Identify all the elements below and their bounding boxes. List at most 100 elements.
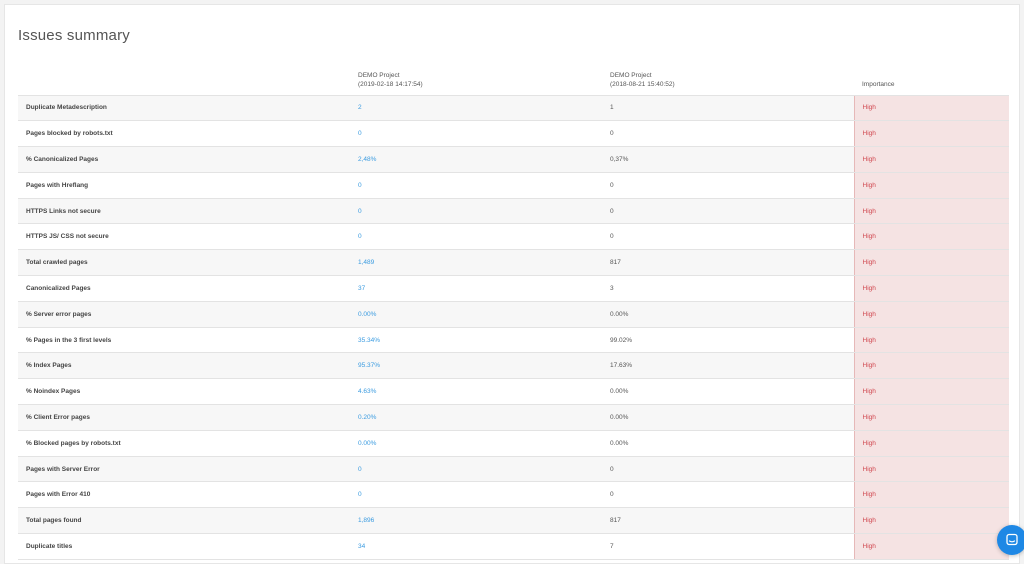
project-a-value[interactable]: 2,48%: [350, 146, 602, 173]
table-row: Duplicate Metadescription 2 1 High: [18, 95, 1009, 122]
chat-button[interactable]: [997, 525, 1024, 555]
issue-label: % Blocked pages by robots.txt: [18, 430, 350, 457]
project-b-value: 0: [602, 198, 854, 225]
project-a-value[interactable]: 35.34%: [350, 327, 602, 354]
importance-value: High: [853, 95, 1009, 122]
issue-label: Canonicalized Pages: [18, 275, 350, 302]
table-header: DEMO Project (2019-02-18 14:17:54) DEMO …: [18, 67, 1009, 96]
table-row: Pages with Hreflang 0 0 High: [18, 172, 1009, 199]
project-b-value: 7: [602, 533, 854, 560]
table-row: Duplicate titles 34 7 High: [18, 533, 1009, 560]
project-b-value: 0: [602, 481, 854, 509]
issues-table: DEMO Project (2019-02-18 14:17:54) DEMO …: [18, 67, 1009, 560]
table-row: Pages with Server Error 0 0 High: [18, 456, 1009, 483]
issue-label: Pages with Hreflang: [18, 172, 350, 199]
importance-value: High: [853, 275, 1009, 302]
issues-summary-card: Issues summary DEMO Project (2019-02-18 …: [4, 4, 1020, 564]
project-a-value[interactable]: 0: [350, 481, 602, 509]
importance-value: High: [853, 507, 1009, 535]
project-b-value: 0: [602, 223, 854, 251]
issue-label: % Client Error pages: [18, 404, 350, 431]
table-body: Duplicate Metadescription 2 1 High Pages blo…: [18, 95, 1009, 560]
project-a-value[interactable]: 0.00%: [350, 430, 602, 457]
chat-bubble-icon: [1006, 533, 1018, 546]
project-a-value[interactable]: 0: [350, 198, 602, 225]
project-a-value[interactable]: 95.37%: [350, 352, 602, 380]
issue-label: Duplicate Metadescription: [18, 95, 350, 122]
importance-value: High: [853, 378, 1009, 406]
header-project-a-date: (2019-02-18 14:17:54): [358, 80, 423, 88]
project-a-value[interactable]: 0: [350, 120, 602, 148]
project-a-value[interactable]: 0: [350, 172, 602, 199]
table-row: Pages blocked by robots.txt 0 0 High: [18, 120, 1009, 148]
project-b-value: 3: [602, 275, 854, 302]
project-a-value[interactable]: 0: [350, 456, 602, 483]
importance-value: High: [853, 481, 1009, 509]
project-b-value: 17.63%: [602, 352, 854, 380]
table-row: % Blocked pages by robots.txt 0.00% 0.00% H…: [18, 430, 1009, 457]
importance-value: High: [853, 198, 1009, 225]
importance-value: High: [853, 146, 1009, 173]
issue-label: % Pages in the 3 first levels: [18, 327, 350, 354]
issue-label: HTTPS JS/ CSS not secure: [18, 223, 350, 251]
project-a-value[interactable]: 34: [350, 533, 602, 560]
project-b-value: 0.00%: [602, 404, 854, 431]
issue-label: % Server error pages: [18, 301, 350, 328]
importance-value: High: [853, 223, 1009, 251]
header-project-a-name: DEMO Project: [358, 71, 400, 79]
importance-value: High: [853, 430, 1009, 457]
table-row: % Canonicalized Pages 2,48% 0,37% High: [18, 146, 1009, 173]
project-b-value: 0: [602, 456, 854, 483]
importance-value: High: [853, 533, 1009, 560]
table-row: HTTPS JS/ CSS not secure 0 0 High: [18, 223, 1009, 251]
header-project-b-name: DEMO Project: [610, 71, 652, 79]
issue-label: Pages blocked by robots.txt: [18, 120, 350, 148]
project-a-value[interactable]: 0: [350, 223, 602, 251]
importance-value: High: [853, 120, 1009, 148]
project-b-value: 0.00%: [602, 301, 854, 328]
importance-value: High: [853, 301, 1009, 328]
table-row: Total crawled pages 1,489 817 High: [18, 249, 1009, 277]
header-issue: [18, 67, 350, 96]
project-a-value[interactable]: 4.63%: [350, 378, 602, 406]
project-b-value: 0.00%: [602, 430, 854, 457]
table-row: % Index Pages 95.37% 17.63% High: [18, 352, 1009, 380]
table-row: Canonicalized Pages 37 3 High: [18, 275, 1009, 302]
importance-value: High: [853, 172, 1009, 199]
issue-label: % Index Pages: [18, 352, 350, 380]
table-row: Total pages found 1,896 817 High: [18, 507, 1009, 535]
project-b-value: 0,37%: [602, 146, 854, 173]
project-a-value[interactable]: 1,896: [350, 507, 602, 535]
project-a-value[interactable]: 0.20%: [350, 404, 602, 431]
project-b-value: 1: [602, 95, 854, 122]
project-b-value: 817: [602, 249, 854, 277]
header-project-b: DEMO Project (2018-08-21 15:40:52): [602, 67, 854, 96]
project-b-value: 99.02%: [602, 327, 854, 354]
issue-label: % Noindex Pages: [18, 378, 350, 406]
issue-label: Pages with Server Error: [18, 456, 350, 483]
table-row: HTTPS Links not secure 0 0 High: [18, 198, 1009, 225]
issue-label: HTTPS Links not secure: [18, 198, 350, 225]
table-row: % Server error pages 0.00% 0.00% High: [18, 301, 1009, 328]
issue-label: Total pages found: [18, 507, 350, 535]
issue-label: Total crawled pages: [18, 249, 350, 277]
project-a-value[interactable]: 1,489: [350, 249, 602, 277]
project-b-value: 0: [602, 172, 854, 199]
table-row: % Noindex Pages 4.63% 0.00% High: [18, 378, 1009, 406]
header-project-b-date: (2018-08-21 15:40:52): [610, 80, 675, 88]
project-b-value: 0.00%: [602, 378, 854, 406]
issue-label: Pages with Error 410: [18, 481, 350, 509]
issue-label: Duplicate titles: [18, 533, 350, 560]
table-row: Pages with Error 410 0 0 High: [18, 481, 1009, 509]
project-a-value[interactable]: 37: [350, 275, 602, 302]
importance-value: High: [853, 404, 1009, 431]
table-row: % Client Error pages 0.20% 0.00% High: [18, 404, 1009, 431]
project-a-value[interactable]: 2: [350, 95, 602, 122]
importance-value: High: [853, 456, 1009, 483]
issue-label: % Canonicalized Pages: [18, 146, 350, 173]
project-a-value[interactable]: 0.00%: [350, 301, 602, 328]
header-project-a: DEMO Project (2019-02-18 14:17:54): [350, 67, 602, 96]
importance-value: High: [853, 352, 1009, 380]
importance-value: High: [853, 327, 1009, 354]
project-b-value: 817: [602, 507, 854, 535]
